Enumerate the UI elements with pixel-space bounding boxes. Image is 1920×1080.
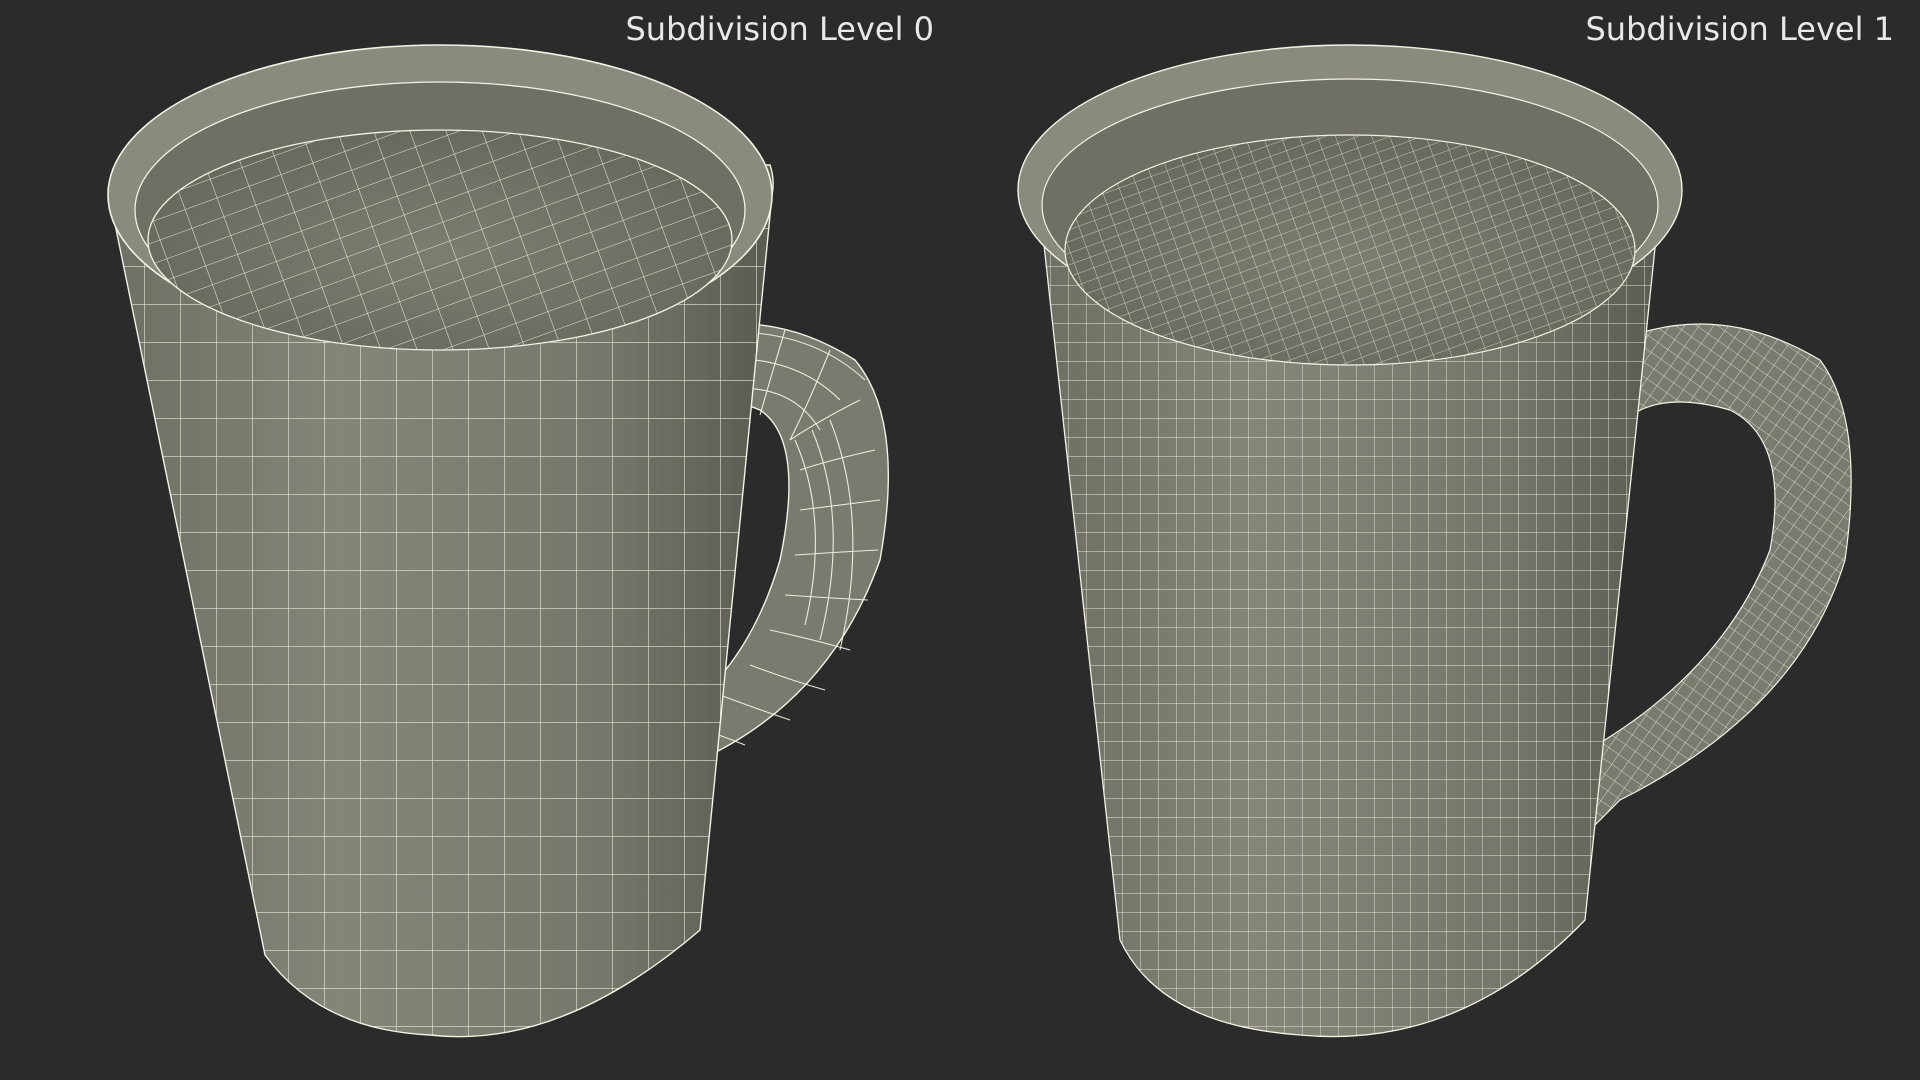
- panel-title: Subdivision Level 0: [625, 10, 934, 48]
- panel-subdivision-level-1: Subdivision Level 1: [960, 0, 1920, 1080]
- render-viewport: Subdivision Level 0 Subdivision Level 1: [0, 0, 1920, 1080]
- panel-subdivision-level-0: Subdivision Level 0: [0, 0, 960, 1080]
- mug-wireframe-high: [1017, 44, 1852, 1038]
- mug-wireframe-low: [107, 44, 890, 1038]
- panel-title: Subdivision Level 1: [1585, 10, 1894, 48]
